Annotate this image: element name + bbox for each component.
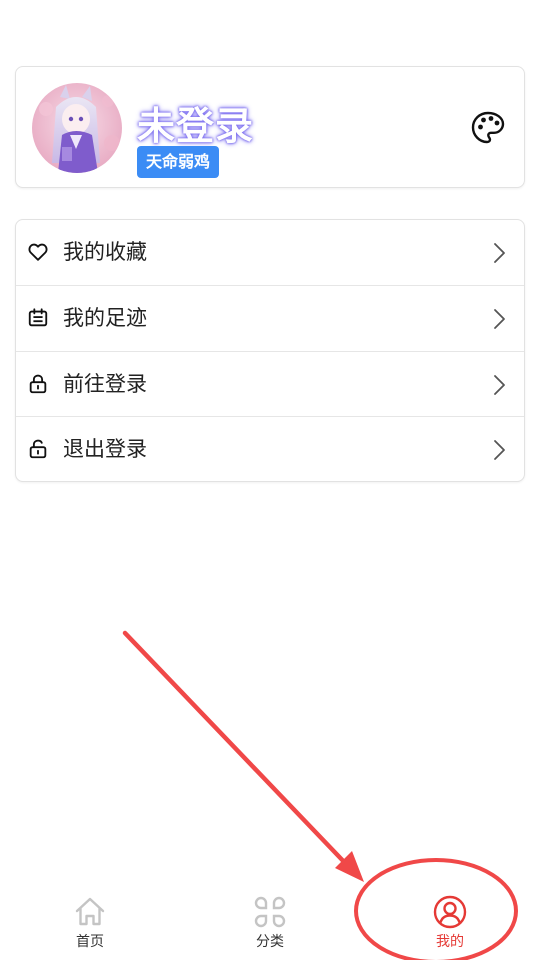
- chevron-right-icon: [494, 309, 505, 329]
- home-icon: [75, 897, 105, 926]
- lock-icon: [29, 374, 47, 394]
- tab-label: 我的: [436, 934, 464, 950]
- tab-mine[interactable]: 我的: [360, 885, 540, 960]
- user-badge: 天命弱鸡: [137, 146, 220, 178]
- menu-card: 我的收藏 我的足迹 前往登录 退出登录: [15, 219, 525, 482]
- user-icon: [433, 895, 467, 929]
- profile-page: 未登录 天命弱鸡 我的收藏 我的足迹 前往登录 退出登录 首页 分类 我的: [0, 0, 540, 960]
- tab-label: 首页: [76, 934, 104, 950]
- menu-item-favorites[interactable]: 我的收藏: [16, 220, 524, 285]
- tab-home[interactable]: 首页: [0, 885, 180, 960]
- palette-icon[interactable]: [470, 110, 506, 146]
- annotation-arrowhead: [335, 851, 364, 882]
- menu-item-logout[interactable]: 退出登录: [16, 417, 524, 482]
- username: 未登录: [137, 104, 255, 148]
- chevron-right-icon: [494, 243, 505, 263]
- menu-item-history[interactable]: 我的足迹: [16, 286, 524, 351]
- menu-item-label: 我的足迹: [63, 306, 147, 330]
- menu-item-login[interactable]: 前往登录: [16, 352, 524, 417]
- profile-card: [15, 66, 525, 188]
- avatar[interactable]: [32, 83, 122, 173]
- chevron-right-icon: [494, 440, 505, 460]
- calendar-icon: [28, 308, 48, 327]
- heart-icon: [28, 243, 48, 261]
- menu-item-label: 前往登录: [63, 372, 147, 396]
- avatar-anime-icon: [32, 83, 122, 173]
- tab-label: 分类: [256, 934, 284, 950]
- chevron-right-icon: [494, 375, 505, 395]
- unlock-icon: [29, 439, 47, 459]
- tab-category[interactable]: 分类: [180, 885, 360, 960]
- menu-item-label: 我的收藏: [63, 240, 147, 264]
- annotation-arrow-line: [122, 630, 351, 869]
- menu-item-label: 退出登录: [63, 437, 147, 461]
- bottom-tab-bar: 首页 分类 我的: [0, 885, 540, 960]
- category-icon: [254, 896, 286, 928]
